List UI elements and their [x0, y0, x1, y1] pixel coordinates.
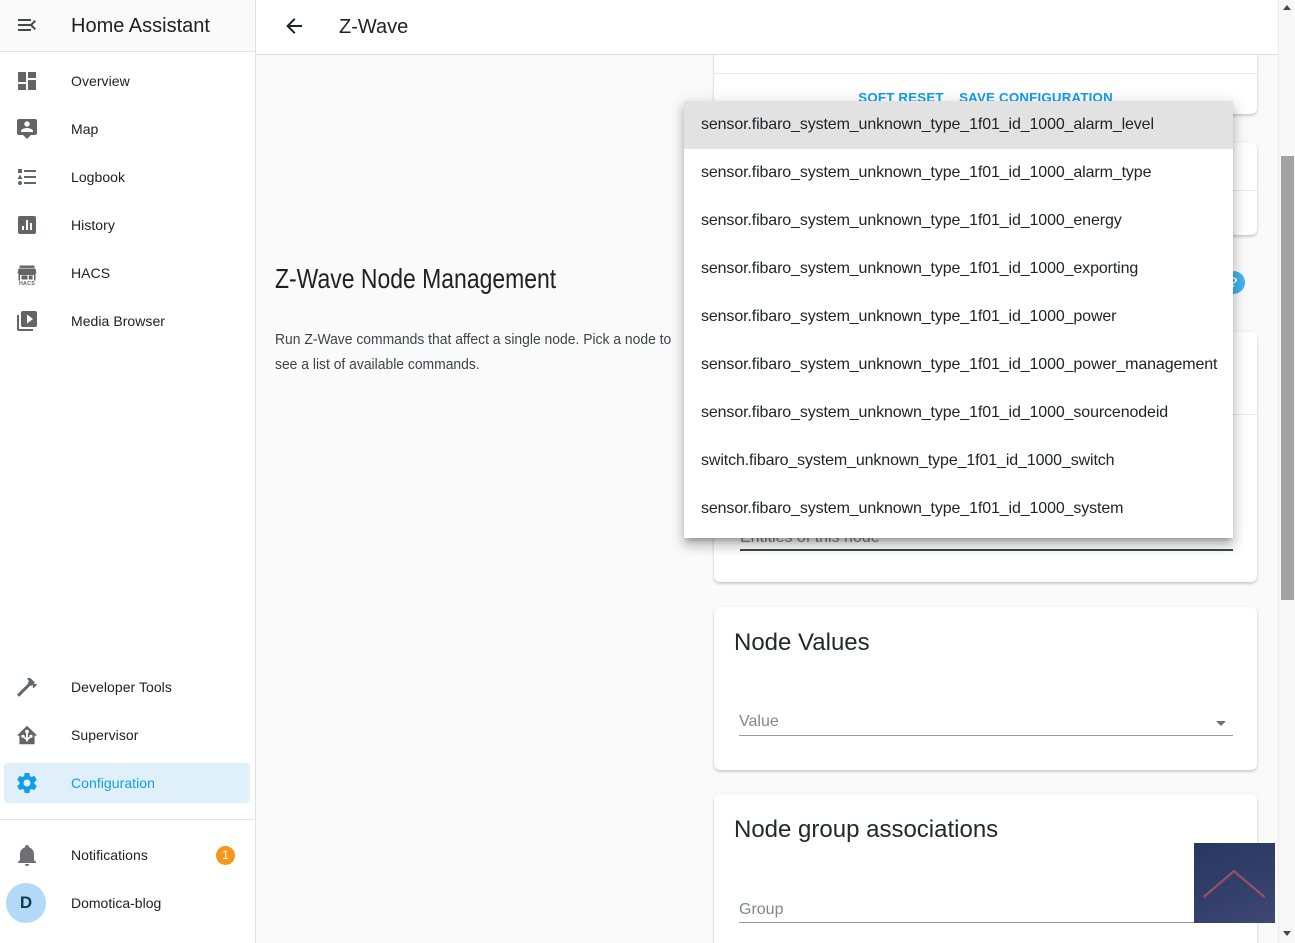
svg-text:HACS: HACS: [19, 281, 35, 286]
